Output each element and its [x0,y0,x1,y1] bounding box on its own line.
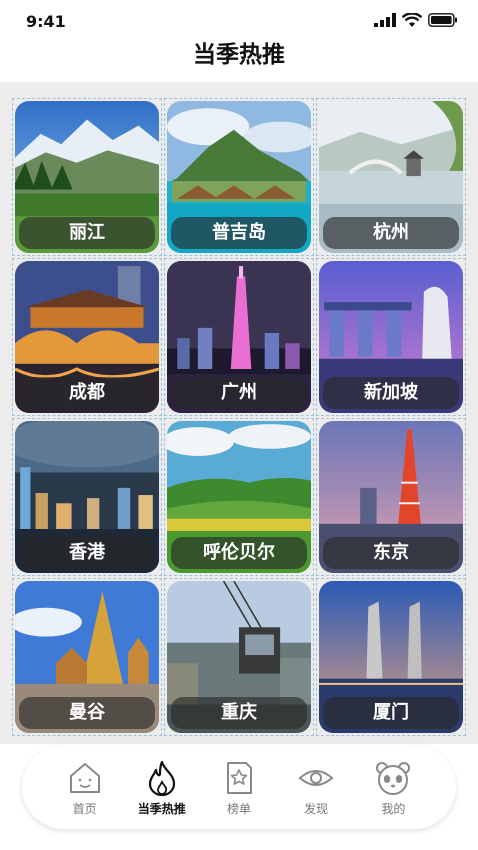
destination-grid: 丽江 普吉岛 杭州 成都 广州 新加坡 香港 呼伦贝尔 东京 曼谷 重庆 厦门 [12,98,466,736]
destination-cell: 厦门 [316,578,466,736]
tab-mine[interactable]: 我的 [358,758,428,817]
destination-cell: 呼伦贝尔 [164,418,314,576]
panda-icon [376,761,411,795]
tab-label: 当季热推 [137,801,186,816]
destination-card-chengdu[interactable]: 成都 [15,261,159,413]
eye-icon [298,769,334,786]
page-title: 当季热推 [193,42,285,68]
ranking-icon [226,761,252,794]
destination-cell: 成都 [12,258,162,416]
destination-card-tokyo[interactable]: 东京 [319,421,463,573]
destination-label: 厦门 [323,697,459,729]
destination-label: 广州 [171,377,307,409]
tab-discover[interactable]: 发现 [281,758,351,817]
destination-card-hulunbuir[interactable]: 呼伦贝尔 [167,421,311,573]
home-icon [69,762,100,793]
destination-label: 曼谷 [19,697,155,729]
destination-cell: 重庆 [164,578,314,736]
destination-label: 新加坡 [323,377,459,409]
destination-cell: 普吉岛 [164,98,314,256]
bottom-tab-bar: 首页 当季热推 榜单 发现 我的 [22,745,456,829]
destination-cell: 香港 [12,418,162,576]
destination-cell: 广州 [164,258,314,416]
signal-icon [374,13,396,27]
destination-label: 成都 [19,377,155,409]
tab-label: 我的 [381,801,406,816]
destination-label: 东京 [323,537,459,569]
destination-label: 呼伦贝尔 [171,537,307,569]
page-header: 当季热推 [0,38,478,82]
destination-card-hangzhou[interactable]: 杭州 [319,101,463,253]
destination-card-bangkok[interactable]: 曼谷 [15,581,159,733]
destination-card-guangzhou[interactable]: 广州 [167,261,311,413]
tab-seasonal[interactable]: 当季热推 [127,758,197,817]
tab-label: 榜单 [226,801,251,816]
destination-label: 杭州 [323,217,459,249]
destination-cell: 曼谷 [12,578,162,736]
destination-card-chongqing[interactable]: 重庆 [167,581,311,733]
destination-label: 重庆 [171,697,307,729]
destination-label: 丽江 [19,217,155,249]
destination-cell: 杭州 [316,98,466,256]
tab-ranking[interactable]: 榜单 [204,758,274,817]
wifi-icon [402,12,422,27]
destination-card-singapore[interactable]: 新加坡 [319,261,463,413]
destination-area: 丽江 普吉岛 杭州 成都 广州 新加坡 香港 呼伦贝尔 东京 曼谷 重庆 厦门 [0,82,478,744]
tab-home[interactable]: 首页 [50,758,120,817]
status-bar: 9:41 [0,0,478,40]
destination-card-xiamen[interactable]: 厦门 [319,581,463,733]
destination-card-hongkong[interactable]: 香港 [15,421,159,573]
destination-label: 普吉岛 [171,217,307,249]
tab-label: 发现 [304,801,329,816]
destination-cell: 新加坡 [316,258,466,416]
status-time: 9:41 [26,12,66,31]
destination-cell: 东京 [316,418,466,576]
destination-card-phuket[interactable]: 普吉岛 [167,101,311,253]
flame-icon [148,760,175,796]
destination-cell: 丽江 [12,98,162,256]
destination-label: 香港 [19,537,155,569]
battery-icon [428,13,457,27]
tab-label: 首页 [72,801,97,816]
destination-card-lijiang[interactable]: 丽江 [15,101,159,253]
status-icons [374,12,458,28]
